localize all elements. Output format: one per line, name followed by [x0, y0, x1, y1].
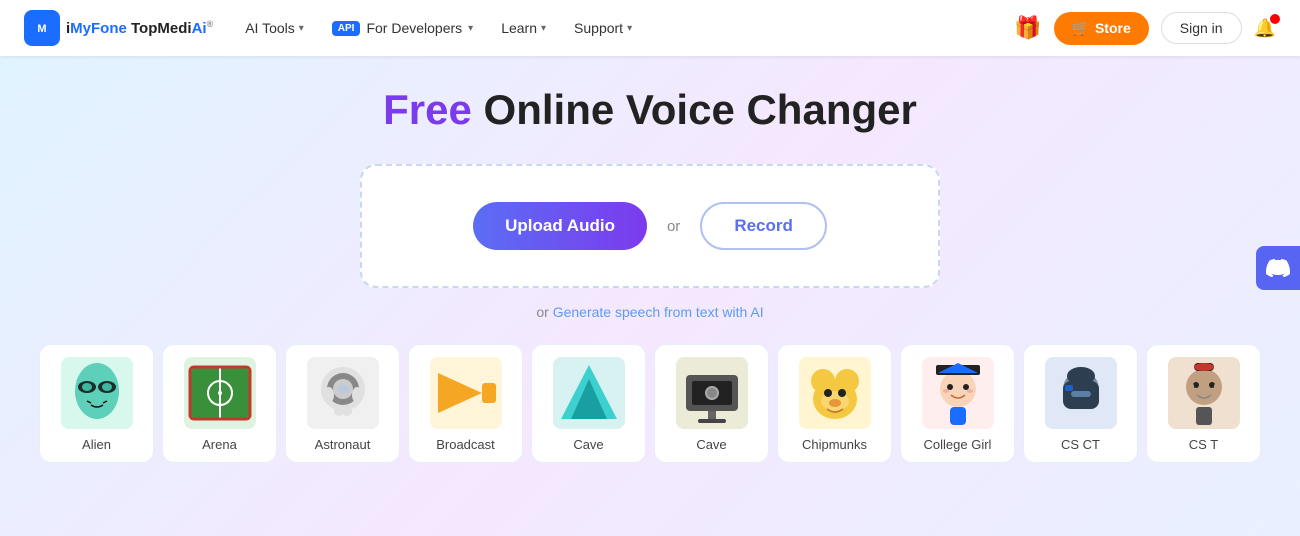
nav-item-ai-tools[interactable]: AI Tools ▾ [245, 20, 304, 36]
voice-card-cave1[interactable]: Cave [531, 344, 646, 463]
voice-card-cave2[interactable]: Cave [654, 344, 769, 463]
voice-card-icon-arena [184, 357, 256, 429]
logo[interactable]: M iMyFone TopMediAi® [24, 10, 213, 46]
record-button[interactable]: Record [700, 202, 827, 250]
voice-card-broadcast[interactable]: Broadcast [408, 344, 523, 463]
generate-speech-link[interactable]: Generate speech from text with AI [553, 304, 764, 320]
upload-audio-button[interactable]: Upload Audio [473, 202, 647, 250]
voice-card-label-cst: CS T [1189, 437, 1218, 452]
chevron-down-icon: ▾ [627, 23, 632, 34]
voice-card-label-college-girl: College Girl [924, 437, 992, 452]
voice-card-csct[interactable]: CS CT [1023, 344, 1138, 463]
voice-card-chipmunks[interactable]: Chipmunks [777, 344, 892, 463]
generate-speech-link-container: or Generate speech from text with AI [536, 304, 763, 320]
voice-card-arena[interactable]: Arena [162, 344, 277, 463]
nav-item-for-developers[interactable]: API For Developers ▾ [332, 20, 473, 36]
nav-item-support[interactable]: Support ▾ [574, 20, 632, 36]
voice-card-label-cave2: Cave [696, 437, 726, 452]
main-content: Free Online Voice Changer Upload Audio o… [0, 56, 1300, 536]
nav-right: 🎁 🛒 Store Sign in 🔔 [1014, 12, 1276, 45]
svg-text:M: M [37, 23, 46, 35]
title-free-word: Free [383, 86, 472, 133]
chevron-down-icon: ▾ [541, 23, 546, 34]
page-title: Free Online Voice Changer [383, 86, 917, 134]
nav-item-learn[interactable]: Learn ▾ [501, 20, 546, 36]
voice-card-label-cave1: Cave [573, 437, 603, 452]
voice-card-icon-cst [1168, 357, 1240, 429]
cart-icon: 🛒 [1072, 20, 1089, 37]
notification-bell[interactable]: 🔔 [1254, 18, 1276, 39]
upload-box: Upload Audio or Record [360, 164, 940, 288]
voice-cards-row: Alien Arena Astronaut Broadcast Cave [19, 344, 1281, 463]
chevron-down-icon: ▾ [468, 23, 473, 34]
voice-card-icon-broadcast [430, 357, 502, 429]
voice-card-icon-college-girl [922, 357, 994, 429]
nav-links: AI Tools ▾ API For Developers ▾ Learn ▾ … [245, 20, 1014, 36]
gift-icon[interactable]: 🎁 [1014, 15, 1041, 41]
voice-card-college-girl[interactable]: College Girl [900, 344, 1015, 463]
voice-card-label-astronaut: Astronaut [315, 437, 371, 452]
logo-text: iMyFone TopMediAi® [66, 19, 213, 37]
voice-card-label-arena: Arena [202, 437, 237, 452]
voice-card-icon-alien [61, 357, 133, 429]
voice-card-label-csct: CS CT [1061, 437, 1100, 452]
api-badge: API [332, 21, 361, 36]
voice-card-label-broadcast: Broadcast [436, 437, 495, 452]
navbar: M iMyFone TopMediAi® AI Tools ▾ API For … [0, 0, 1300, 56]
discord-button[interactable] [1256, 246, 1300, 290]
voice-card-icon-astronaut [307, 357, 379, 429]
notification-badge [1270, 14, 1280, 24]
voice-card-icon-cave1 [553, 357, 625, 429]
store-button[interactable]: 🛒 Store [1054, 12, 1149, 45]
voice-card-icon-csct [1045, 357, 1117, 429]
voice-card-label-chipmunks: Chipmunks [802, 437, 867, 452]
generate-prefix: or [536, 304, 552, 320]
chevron-down-icon: ▾ [299, 23, 304, 34]
or-separator: or [667, 218, 680, 235]
logo-icon: M [24, 10, 60, 46]
signin-button[interactable]: Sign in [1161, 12, 1242, 44]
voice-card-icon-cave2 [676, 357, 748, 429]
voice-card-alien[interactable]: Alien [39, 344, 154, 463]
voice-card-label-alien: Alien [82, 437, 111, 452]
voice-card-astronaut[interactable]: Astronaut [285, 344, 400, 463]
voice-card-cst[interactable]: CS T [1146, 344, 1261, 463]
voice-card-icon-chipmunks [799, 357, 871, 429]
title-rest: Online Voice Changer [472, 86, 917, 133]
